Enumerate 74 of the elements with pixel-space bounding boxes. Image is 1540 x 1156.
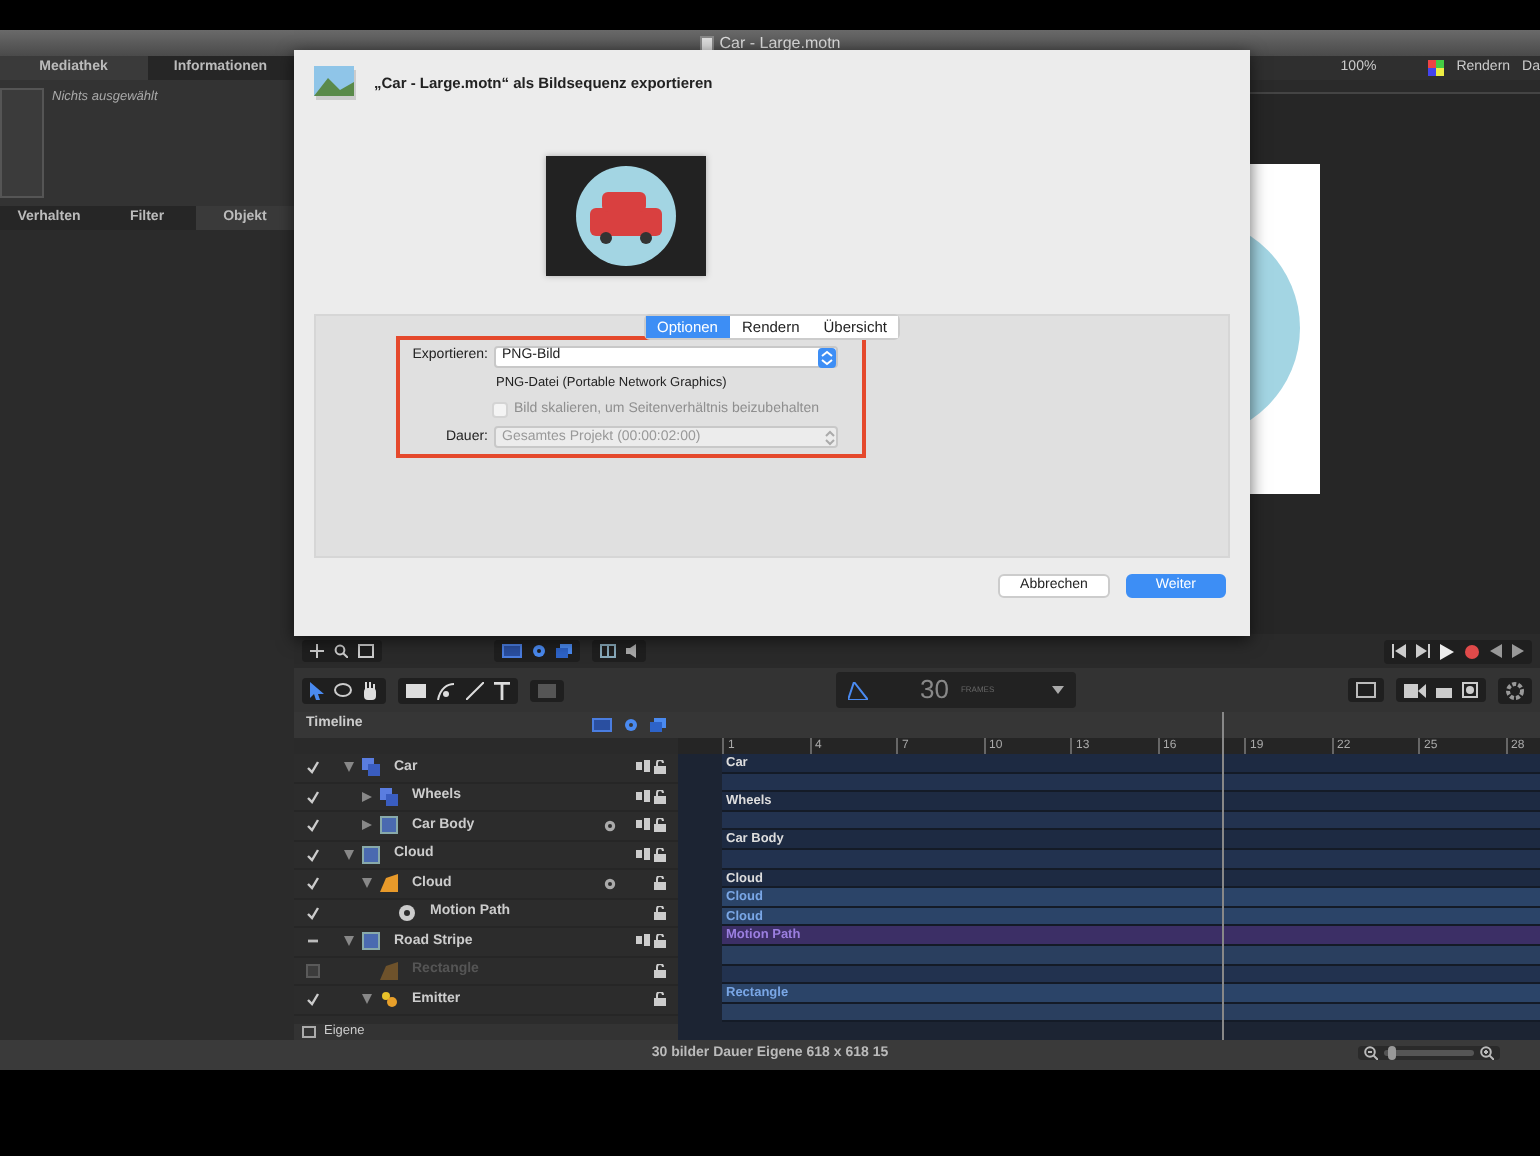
- window-title: Car - Large.motn: [719, 31, 841, 55]
- ruler-triangle-icon: [848, 681, 868, 699]
- link-icon[interactable]: [636, 760, 650, 773]
- checkmark-icon[interactable]: [306, 876, 320, 891]
- lock-icon[interactable]: [654, 789, 666, 804]
- frame-value: 30: [920, 672, 949, 709]
- zoom-slider[interactable]: [1384, 1050, 1474, 1056]
- lock-icon[interactable]: [654, 905, 666, 920]
- document-icon: [699, 35, 714, 51]
- expand-triangle-icon[interactable]: [362, 820, 372, 831]
- lock-icon[interactable]: [654, 760, 666, 775]
- panel-icon[interactable]: [302, 1026, 316, 1038]
- checkmark-icon[interactable]: [306, 847, 320, 862]
- filter-icon[interactable]: [1462, 682, 1478, 698]
- collapse-triangle-icon[interactable]: [344, 762, 354, 773]
- emitter-icon: [380, 990, 398, 1009]
- caret-icon[interactable]: [1052, 686, 1064, 694]
- gear-icon[interactable]: [604, 819, 616, 832]
- lock-icon[interactable]: [654, 818, 666, 833]
- collapse-triangle-icon[interactable]: [362, 878, 372, 889]
- checkmark-icon[interactable]: [306, 760, 320, 775]
- collapse-triangle-icon[interactable]: [344, 849, 354, 860]
- link-icon[interactable]: [636, 818, 650, 831]
- lock-icon[interactable]: [654, 847, 666, 862]
- lock-icon[interactable]: [654, 876, 666, 891]
- record-icon[interactable]: [1464, 643, 1480, 659]
- shape-layer-icon: [380, 961, 398, 980]
- text-tool-icon[interactable]: [494, 681, 510, 699]
- gear-icon[interactable]: [604, 877, 616, 890]
- link-icon[interactable]: [636, 847, 650, 860]
- zoom-slider-thumb[interactable]: [1388, 1046, 1397, 1060]
- camera-icon[interactable]: [1404, 683, 1426, 697]
- lock-icon[interactable]: [654, 934, 666, 949]
- next-keyframe-icon[interactable]: [1512, 644, 1524, 658]
- checkmark-icon[interactable]: [306, 992, 320, 1007]
- image-layer-icon: [362, 932, 380, 951]
- previous-keyframe-icon[interactable]: [1490, 644, 1502, 658]
- gear-icon[interactable]: [532, 644, 546, 658]
- lock-icon[interactable]: [654, 992, 666, 1007]
- add-icon[interactable]: [310, 644, 324, 658]
- rectangle-tool-icon[interactable]: [406, 683, 426, 697]
- checkmark-icon[interactable]: [306, 818, 320, 833]
- collapse-triangle-icon[interactable]: [362, 994, 372, 1005]
- layers-icon[interactable]: [556, 644, 572, 658]
- link-icon[interactable]: [636, 789, 650, 802]
- display-icon[interactable]: [1356, 682, 1376, 698]
- hand-icon[interactable]: [362, 681, 378, 699]
- play-icon[interactable]: [1440, 643, 1454, 659]
- shape-tool-icon[interactable]: [334, 682, 352, 698]
- zoom-out-icon[interactable]: [1364, 1046, 1378, 1060]
- settings-icon[interactable]: [1506, 681, 1524, 699]
- image-file-icon: [314, 66, 358, 102]
- zoom-in-icon[interactable]: [1480, 1046, 1494, 1060]
- checkmark-icon[interactable]: [306, 789, 320, 804]
- shape-layer-icon: [380, 874, 398, 893]
- gear-icon[interactable]: [624, 718, 638, 732]
- collapse-triangle-icon[interactable]: [344, 936, 354, 947]
- gear-icon: [398, 903, 416, 922]
- line-tool-icon[interactable]: [466, 681, 484, 699]
- expand-triangle-icon[interactable]: [362, 791, 372, 802]
- stepper-icon: [818, 347, 836, 367]
- speaker-icon[interactable]: [626, 644, 638, 658]
- pointer-icon[interactable]: [310, 681, 324, 699]
- skip-end-icon[interactable]: [1416, 644, 1430, 658]
- color-channels-icon[interactable]: [1428, 60, 1445, 76]
- link-icon[interactable]: [636, 934, 650, 947]
- stepper-icon: [824, 429, 836, 446]
- layers-icon[interactable]: [650, 718, 666, 732]
- search-icon[interactable]: [334, 644, 348, 658]
- pen-tool-icon[interactable]: [436, 681, 456, 699]
- checkmark-icon[interactable]: [306, 905, 320, 920]
- layout-icon[interactable]: [358, 644, 374, 658]
- skip-start-icon[interactable]: [1392, 644, 1406, 658]
- split-view-icon[interactable]: [600, 644, 616, 658]
